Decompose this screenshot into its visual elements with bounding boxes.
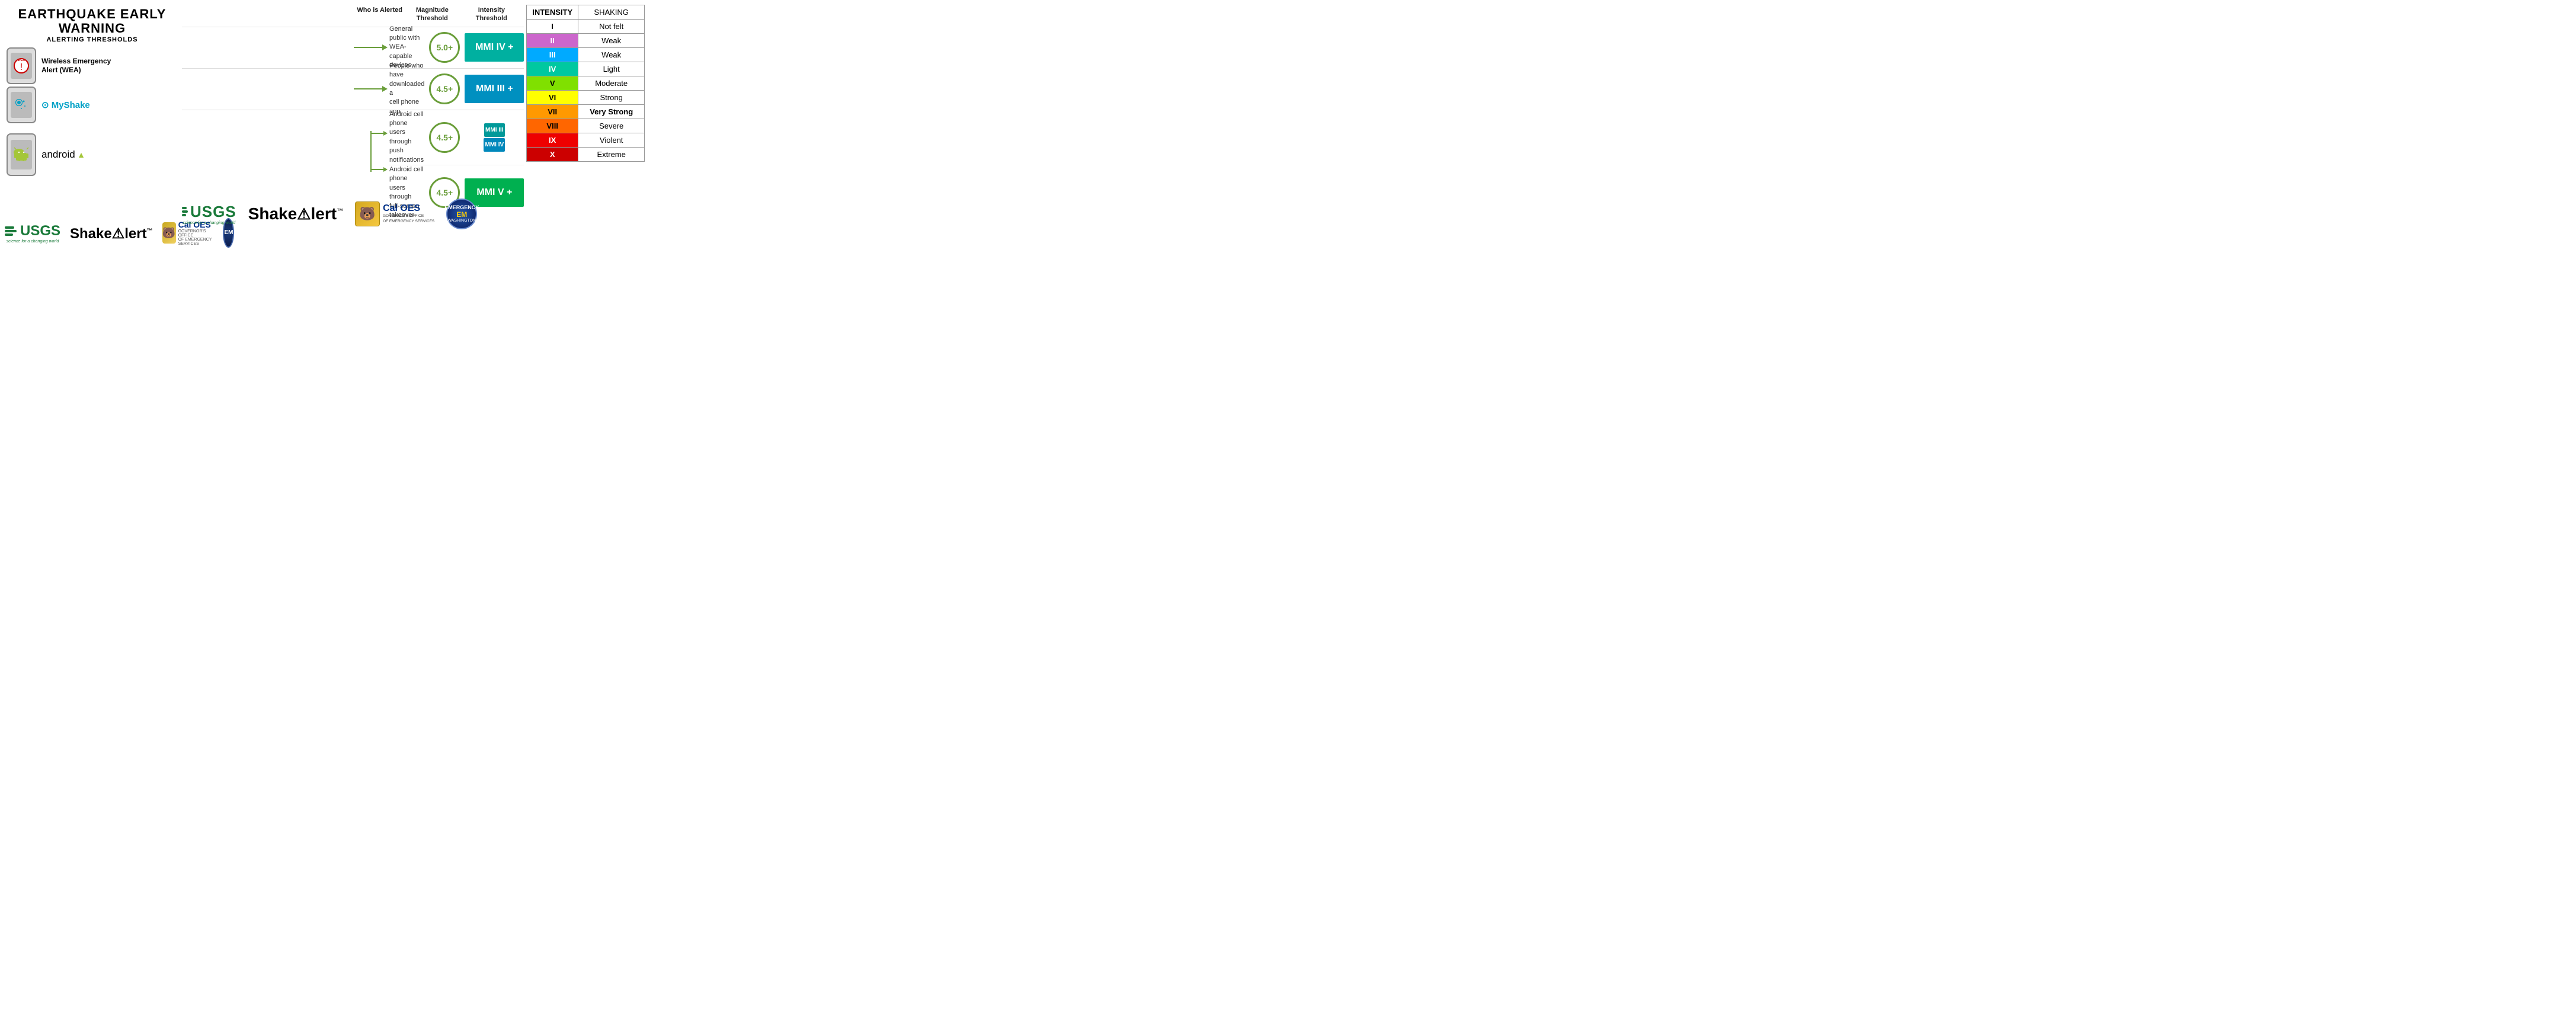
usgs-sub-text: science for a changing world	[7, 239, 59, 244]
intensity-x: X	[527, 148, 578, 162]
intensity-iv: IV	[527, 62, 578, 76]
caloes-subtitle: GOVERNOR'S OFFICEOF EMERGENCY SERVICES	[383, 214, 434, 224]
usgs-text: USGS	[20, 223, 60, 239]
alert-rows: WEA ! Wireless EmergencyAlert (WEA)	[5, 47, 180, 213]
android-row-push: Android cell phone users throughpush not…	[389, 110, 524, 165]
intensity-vi: VI	[527, 91, 578, 105]
logos-row: USGS science for a changing world Shake⚠…	[182, 193, 524, 229]
wea-icon: WEA !	[5, 49, 38, 82]
android-label-text: android ▲	[41, 148, 180, 161]
myshake-label-text: ⊙ MyShake	[41, 100, 180, 111]
intensity-iii: III	[527, 48, 578, 62]
table-row-vi: VI Strong	[527, 91, 645, 105]
android-icon	[5, 138, 38, 171]
intensity-table: INTENSITY SHAKING I Not felt II Weak III…	[526, 5, 645, 162]
table-row-v: V Moderate	[527, 76, 645, 91]
sub-title: ALERTING THRESHOLDS	[5, 36, 180, 43]
alert-row-wea: WEA ! Wireless EmergencyAlert (WEA)	[5, 47, 180, 85]
wea-phone: WEA !	[7, 47, 36, 84]
wea-inner: WEA !	[11, 53, 32, 79]
wea-intensity: MMI IV +	[465, 33, 524, 62]
caloes-logo-main: 🐻 Cal OES GOVERNOR'S OFFICEOF EMERGENCY …	[355, 201, 434, 226]
middle-section: Who is Alerted MagnitudeThreshold Intens…	[182, 5, 524, 248]
table-row-iv: IV Light	[527, 62, 645, 76]
col-headers: Who is Alerted MagnitudeThreshold Intens…	[182, 5, 524, 24]
myshake-phone	[7, 87, 36, 123]
shaking-v: Moderate	[578, 76, 645, 91]
android-push-who: Android cell phone users throughpush not…	[389, 110, 424, 165]
shaking-vii: Very Strong	[578, 105, 645, 119]
col-mag-header: MagnitudeThreshold	[405, 5, 459, 24]
intensity-vii: VII	[527, 105, 578, 119]
myshake-icon	[5, 88, 38, 121]
shakealert-logo-main: Shake⚠lert™	[248, 204, 343, 223]
myshake-inner	[11, 92, 32, 118]
shaking-iii: Weak	[578, 48, 645, 62]
usgs-sub-logo: science for a changing world	[183, 221, 235, 225]
wea-label: Wireless EmergencyAlert (WEA)	[41, 57, 180, 75]
logos-section: USGS science for a changing world Shake⚠…	[5, 213, 180, 248]
col-who-header: Who is Alerted	[354, 5, 405, 24]
shakealert-logo: Shake⚠lert™	[70, 224, 153, 242]
android-phone	[7, 133, 36, 176]
right-table-section: INTENSITY SHAKING I Not felt II Weak III…	[526, 5, 645, 248]
wea-arrow	[354, 44, 389, 50]
intensity-ii: II	[527, 34, 578, 48]
intensity-v: V	[527, 76, 578, 91]
alert-row-android: android ▲	[5, 125, 180, 184]
android-robot-icon	[12, 146, 30, 164]
em-seal-main: EMERGENCY EM WASHINGTON	[446, 199, 477, 229]
table-row-ix: IX Violent	[527, 133, 645, 148]
shaking-iv: Light	[578, 62, 645, 76]
intensity-viii: VIII	[527, 119, 578, 133]
title-block: EARTHQUAKE EARLY WARNING ALERTING THRESH…	[5, 5, 180, 44]
table-row-ii: II Weak	[527, 34, 645, 48]
table-row-vii: VII Very Strong	[527, 105, 645, 119]
data-row-android: Android cell phone users throughpush not…	[182, 110, 524, 193]
main-container: EARTHQUAKE EARLY WARNING ALERTING THRESH…	[0, 0, 643, 252]
shaking-ix: Violent	[578, 133, 645, 148]
alert-row-myshake: ⊙ MyShake	[5, 86, 180, 124]
myshake-logo-icon	[13, 97, 30, 113]
myshake-mag: 4.5+	[429, 73, 460, 104]
table-row-iii: III Weak	[527, 48, 645, 62]
android-push-mag: 4.5+	[429, 122, 460, 153]
android-branch	[354, 110, 389, 193]
shaking-viii: Severe	[578, 119, 645, 133]
col-int-header: IntensityThreshold	[459, 5, 524, 24]
th-shaking: SHAKING	[578, 5, 645, 20]
data-row-myshake: People who have downloaded acell phone a…	[182, 68, 524, 110]
intensity-i: I	[527, 20, 578, 34]
data-row-wea: General public withWEA-capable devices 5…	[182, 27, 524, 68]
wea-mag: 5.0+	[429, 32, 460, 63]
th-intensity: INTENSITY	[527, 5, 578, 20]
shaking-i: Not felt	[578, 20, 645, 34]
android-sub-rows: Android cell phone users throughpush not…	[389, 110, 524, 193]
usgs-logo-main: USGS science for a changing world	[182, 203, 236, 225]
table-row-x: X Extreme	[527, 148, 645, 162]
myshake-arrow	[354, 86, 389, 92]
left-section: EARTHQUAKE EARLY WARNING ALERTING THRESH…	[5, 5, 180, 248]
shaking-vi: Strong	[578, 91, 645, 105]
table-row-i: I Not felt	[527, 20, 645, 34]
caloes-title: Cal OES	[383, 203, 434, 214]
android-push-intensity: MMI III MMI IV	[465, 123, 524, 152]
main-title: EARTHQUAKE EARLY WARNING	[5, 7, 180, 36]
usgs-logo: USGS science for a changing world	[5, 223, 60, 244]
intensity-ix: IX	[527, 133, 578, 148]
shaking-ii: Weak	[578, 34, 645, 48]
android-inner	[11, 140, 32, 169]
table-row-viii: VIII Severe	[527, 119, 645, 133]
myshake-intensity: MMI III +	[465, 75, 524, 103]
myshake-who: People who have downloaded acell phone a…	[389, 62, 424, 116]
caloes-seal: 🐻	[162, 222, 176, 244]
wea-badge: WEA !	[14, 58, 29, 73]
shaking-x: Extreme	[578, 148, 645, 162]
